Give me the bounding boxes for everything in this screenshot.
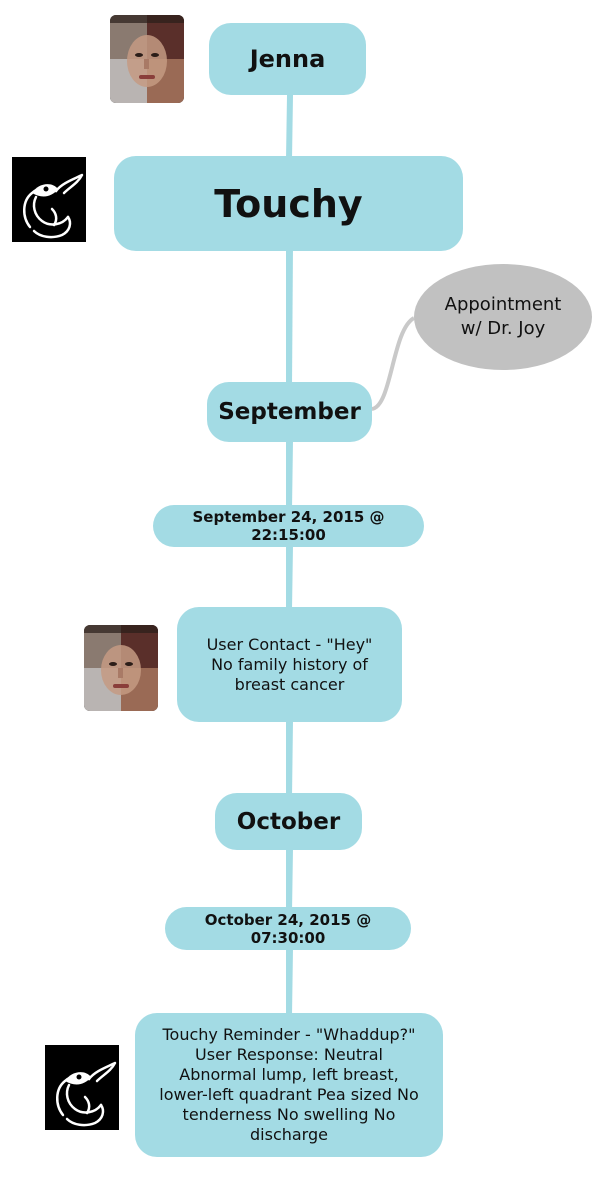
user-face-icon (110, 15, 184, 103)
elephant-icon (45, 1045, 119, 1130)
note-node-user-contact[interactable]: User Contact - "Hey" No family history o… (177, 607, 402, 722)
month-node-october[interactable]: October (215, 793, 362, 850)
callout-line: Appointment (444, 294, 562, 315)
app-title-node[interactable]: Touchy (114, 156, 463, 251)
spine-connector (286, 720, 293, 798)
app-title-label: Touchy (214, 181, 363, 226)
note-line: breast cancer (234, 674, 345, 694)
month-node-september[interactable]: September (207, 382, 372, 442)
note-line: No family history of (211, 654, 368, 674)
date-label: October 24, 2015 @ 07:30:00 (204, 910, 372, 947)
note-node-reminder[interactable]: Touchy Reminder - "Whaddup?" User Respon… (135, 1013, 443, 1157)
spine-connector (286, 848, 293, 912)
user-face-icon (84, 625, 158, 711)
note-line: User Response: Neutral (195, 1045, 383, 1064)
note-line: Abnormal lump, left breast, (179, 1065, 399, 1084)
spine-connector (286, 948, 293, 1016)
elephant-icon (12, 157, 86, 242)
date-label: September 24, 2015 @ 22:15:00 (192, 508, 385, 544)
note-line: lower-left quadrant Pea sized No (159, 1085, 419, 1104)
note-line: tenderness No swelling No (182, 1105, 396, 1124)
month-label: October (236, 808, 341, 835)
callout-line: w/ Dr. Joy (460, 318, 546, 339)
date-node-2[interactable]: October 24, 2015 @ 07:30:00 (165, 907, 411, 950)
note-line: Touchy Reminder - "Whaddup?" (162, 1025, 416, 1044)
spine-connector (286, 545, 293, 610)
note-line: discharge (250, 1125, 328, 1144)
date-node-1[interactable]: September 24, 2015 @ 22:15:00 (153, 505, 424, 547)
user-name-label: Jenna (249, 45, 326, 73)
spine-connector (286, 440, 293, 510)
note-line: User Contact - "Hey" (206, 634, 373, 654)
appointment-callout[interactable]: Appointment w/ Dr. Joy (414, 264, 592, 370)
callout-connector (371, 316, 416, 411)
month-label: September (218, 399, 361, 425)
spine-connector (286, 95, 293, 160)
spine-connector (286, 245, 293, 388)
user-name-node[interactable]: Jenna (209, 23, 366, 95)
